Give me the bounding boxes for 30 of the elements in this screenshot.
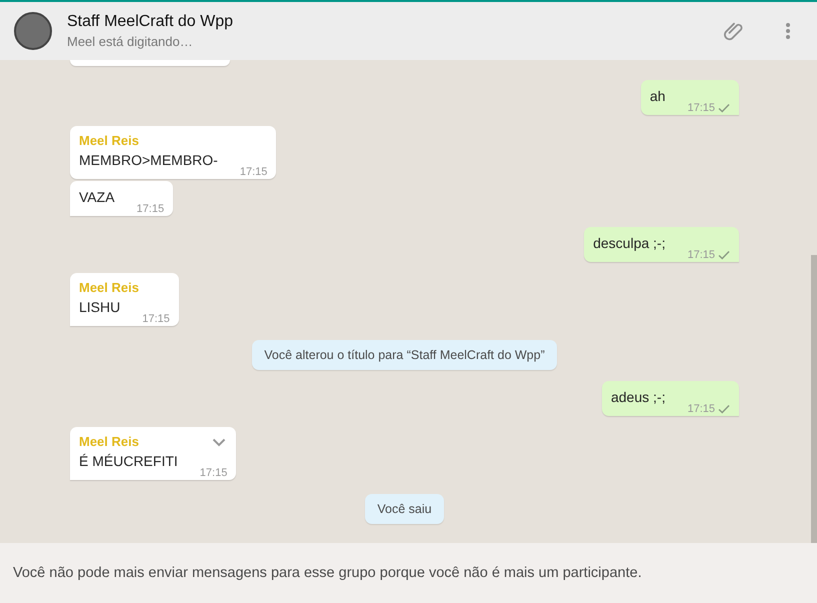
message-time: 17:15 xyxy=(142,313,170,325)
system-message: Você saiu xyxy=(365,494,444,524)
system-message: Você alterou o título para “Staff MeelCraft do Wpp” xyxy=(252,340,557,370)
message-text: adeus ;-; xyxy=(610,388,666,407)
message-text: ah xyxy=(650,87,666,106)
scrollbar[interactable] xyxy=(811,255,817,543)
message-time: 17:15 xyxy=(687,249,715,261)
message-time: 17:15 xyxy=(687,403,715,415)
group-name[interactable]: Staff MeelCraft do Wpp xyxy=(67,13,723,31)
menu-icon[interactable] xyxy=(785,22,791,40)
group-avatar[interactable] xyxy=(14,12,52,50)
message-time: 17:15 xyxy=(136,203,164,215)
sender-name: Meel Reis xyxy=(79,133,139,148)
sender-name: Meel Reis xyxy=(79,280,139,295)
check-icon xyxy=(718,404,730,414)
message-text: MEMBRO>MEMBRO- xyxy=(79,151,218,170)
message-text: VAZA xyxy=(79,188,115,207)
sender-name: Meel Reis xyxy=(79,434,139,449)
notice-text: Você não pode mais enviar mensagens para esse grupo porque você não é mais um participante. xyxy=(13,565,642,581)
message-time: 17:15 xyxy=(240,166,268,178)
check-icon xyxy=(718,103,730,113)
paperclip-icon[interactable] xyxy=(723,20,745,42)
message-time: 17:15 xyxy=(200,467,228,479)
message-text: É MÉUCREFITI xyxy=(79,452,178,471)
typing-status: Meel está digitando… xyxy=(67,34,194,49)
message-time: 17:15 xyxy=(687,102,715,114)
message-text: desculpa ;-; xyxy=(593,234,666,253)
check-icon xyxy=(718,250,730,260)
message-text: LISHU xyxy=(79,298,120,317)
chevron-down-icon[interactable] xyxy=(212,438,226,447)
